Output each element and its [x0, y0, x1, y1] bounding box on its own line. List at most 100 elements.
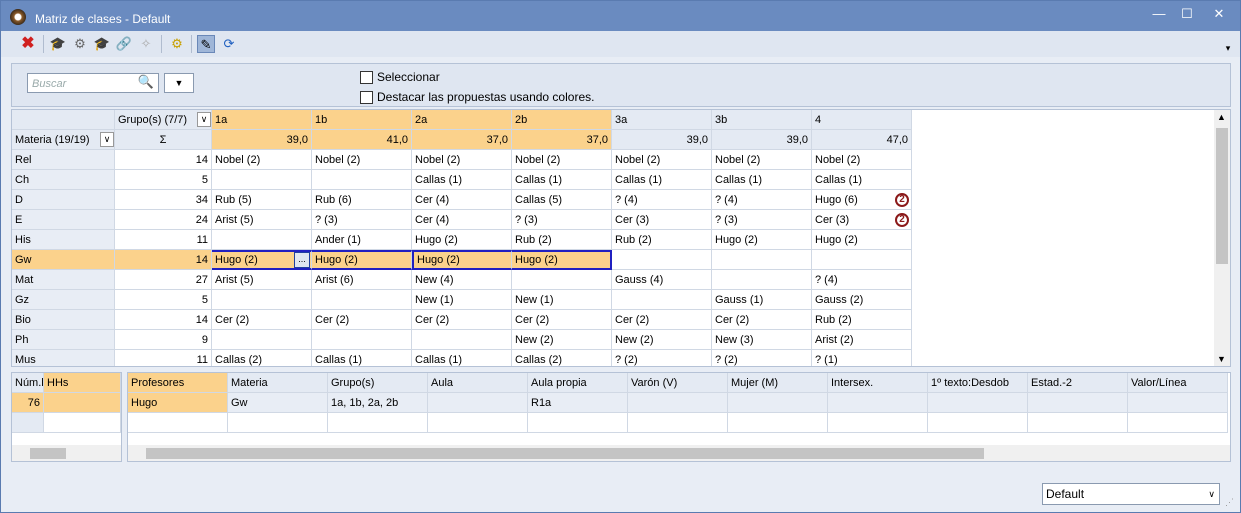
matrix-cell[interactable]: ? (3)	[512, 210, 612, 230]
matrix-cell[interactable]: Callas (1)	[412, 170, 512, 190]
search-icon[interactable]: 🔍	[138, 74, 154, 90]
matrix-cell[interactable]: Hugo (2)	[812, 230, 912, 250]
highlight-checkbox[interactable]: Destacar las propuestas usando colores.	[360, 90, 594, 104]
scrollbar-thumb[interactable]	[1216, 128, 1228, 264]
magic-wand-icon[interactable]: ✧	[137, 35, 155, 53]
detail-header[interactable]: Aula	[428, 373, 528, 393]
matrix-cell[interactable]: New (1)	[512, 290, 612, 310]
matrix-cell[interactable]: ? (2)	[612, 350, 712, 366]
class-header-1b[interactable]: 1b	[312, 110, 412, 130]
detail-cell[interactable]	[428, 393, 528, 413]
matrix-cell[interactable]	[812, 250, 912, 270]
matrix-cell[interactable]: Nobel (2)	[212, 150, 312, 170]
class-header-4[interactable]: 4	[812, 110, 912, 130]
matrix-cell[interactable]: Rub (2)	[812, 310, 912, 330]
matrix-cell[interactable]: New (4)	[412, 270, 512, 290]
matrix-cell[interactable]: Cer (2)	[212, 310, 312, 330]
matrix-cell[interactable]: Cer (4)	[412, 210, 512, 230]
checkbox-box[interactable]	[360, 70, 373, 84]
group-filter-header[interactable]: Grupo(s) (7/7) ∨	[115, 110, 212, 130]
detail-header[interactable]: Profesores	[128, 373, 228, 393]
horizontal-scrollbar[interactable]	[12, 445, 121, 461]
matrix-cell[interactable]	[712, 270, 812, 290]
conflict-badge[interactable]: 2	[895, 213, 909, 227]
close-button[interactable]: ✕	[1205, 5, 1233, 25]
detail-cell[interactable]	[1128, 393, 1228, 413]
view-select[interactable]: Default ∨	[1042, 483, 1220, 505]
matrix-cell[interactable]: Callas (1)	[812, 170, 912, 190]
matrix-cell[interactable]: Cer (2)	[312, 310, 412, 330]
horizontal-scrollbar[interactable]	[128, 445, 1230, 461]
matrix-cell[interactable]: Cer (2)	[612, 310, 712, 330]
matrix-cell[interactable]: Ander (1)	[312, 230, 412, 250]
gear-icon[interactable]: ⚙	[168, 35, 186, 53]
matrix-cell[interactable]	[312, 330, 412, 350]
detail-header[interactable]: Varón (V)	[628, 373, 728, 393]
matrix-cell[interactable]: Rub (2)	[512, 230, 612, 250]
cell-edit-button[interactable]: ...	[294, 252, 310, 268]
delete-icon[interactable]: ✖	[19, 35, 37, 53]
chevron-down-icon[interactable]: ∨	[100, 132, 114, 147]
detail-header[interactable]: 1º texto:Desdob	[928, 373, 1028, 393]
detail-cell[interactable]: 1a, 1b, 2a, 2b	[328, 393, 428, 413]
detail-cell[interactable]	[728, 393, 828, 413]
matrix-cell[interactable]	[412, 330, 512, 350]
matrix-cell[interactable]: Callas (1)	[712, 170, 812, 190]
maximize-button[interactable]: ☐	[1173, 5, 1201, 25]
matrix-cell[interactable]	[212, 230, 312, 250]
class-header-3a[interactable]: 3a	[612, 110, 712, 130]
matrix-cell[interactable]: Gauss (1)	[712, 290, 812, 310]
matrix-cell[interactable]: ? (4)	[612, 190, 712, 210]
matrix-cell[interactable]: Callas (2)	[512, 350, 612, 366]
select-checkbox[interactable]: Seleccionar	[360, 70, 440, 84]
detail-header[interactable]: Grupo(s)	[328, 373, 428, 393]
conflict-badge[interactable]: 2	[895, 193, 909, 207]
detail-cell[interactable]	[628, 393, 728, 413]
matrix-cell[interactable]: New (1)	[412, 290, 512, 310]
refresh-icon[interactable]: ⟳	[220, 35, 238, 53]
link-icon[interactable]: 🔗	[115, 35, 133, 53]
matrix-cell[interactable]: Arist (2)	[812, 330, 912, 350]
toolbar-overflow-icon[interactable]: ▾	[1219, 39, 1237, 57]
subject-row-header[interactable]: Gw	[12, 250, 115, 270]
matrix-cell[interactable]: Cer (2)	[412, 310, 512, 330]
matrix-cell[interactable]: ? (3)	[712, 210, 812, 230]
search-input[interactable]: Buscar 🔍	[27, 73, 159, 93]
matrix-cell[interactable]: Nobel (2)	[612, 150, 712, 170]
subject-row-header[interactable]: E	[12, 210, 115, 230]
matrix-cell[interactable]: New (2)	[612, 330, 712, 350]
matrix-cell[interactable]: ? (2)	[712, 350, 812, 366]
matrix-cell[interactable]: Cer (2)	[712, 310, 812, 330]
matrix-cell[interactable]: Callas (2)	[212, 350, 312, 366]
matrix-cell[interactable]: Callas (1)	[612, 170, 712, 190]
matrix-cell[interactable]: Cer (2)	[512, 310, 612, 330]
matrix-cell[interactable]: Cer (4)	[412, 190, 512, 210]
matrix-cell[interactable]	[712, 250, 812, 270]
checkbox-box[interactable]	[360, 90, 373, 104]
matrix-cell[interactable]: Nobel (2)	[512, 150, 612, 170]
scroll-up-icon[interactable]: ▲	[1217, 112, 1226, 122]
scrollbar-thumb[interactable]	[30, 448, 66, 459]
matrix-cell[interactable]	[212, 290, 312, 310]
detail-cell[interactable]	[928, 393, 1028, 413]
subject-row-header[interactable]: Rel	[12, 150, 115, 170]
matrix-cell[interactable]: Arist (5)	[212, 210, 312, 230]
matrix-cell[interactable]: Gauss (4)	[612, 270, 712, 290]
edit-pencil-icon[interactable]: ✎	[197, 35, 215, 53]
settings-cog-icon[interactable]: ⚙	[71, 35, 89, 53]
matrix-cell[interactable]: Gauss (2)	[812, 290, 912, 310]
detail-cell[interactable]	[828, 393, 928, 413]
detail-header[interactable]: Aula propia	[528, 373, 628, 393]
matrix-cell[interactable]	[612, 250, 712, 270]
resize-grip-icon[interactable]: ⋰	[1225, 497, 1234, 508]
matrix-cell[interactable]: ? (3)	[312, 210, 412, 230]
matrix-cell[interactable]: ? (1)	[812, 350, 912, 366]
matrix-cell[interactable]: Callas (1)	[312, 350, 412, 366]
scroll-down-icon[interactable]: ▼	[1217, 354, 1226, 364]
subject-row-header[interactable]: Gz	[12, 290, 115, 310]
detail-cell[interactable]: Hugo	[128, 393, 228, 413]
summary-header[interactable]: HHs	[44, 373, 121, 393]
matrix-cell[interactable]: ? (4)	[812, 270, 912, 290]
matrix-cell[interactable]: Rub (5)	[212, 190, 312, 210]
matrix-cell[interactable]	[312, 170, 412, 190]
